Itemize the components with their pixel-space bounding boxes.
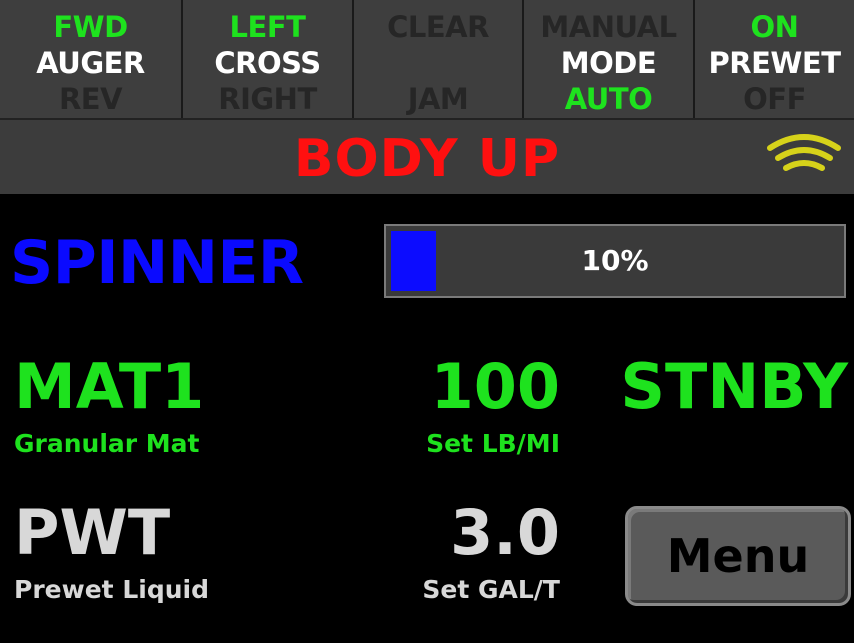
auger-label: AUGER <box>36 46 145 80</box>
mode-label: MODE <box>560 46 657 80</box>
prewet-rate-unit: Set GAL/T <box>422 575 560 604</box>
prewet-name: PWT <box>14 496 171 569</box>
prewet-button[interactable]: ON PREWET OFF <box>695 0 854 118</box>
cross-label: CROSS <box>214 46 321 80</box>
material-state: STNBY <box>620 350 848 423</box>
cross-direction-button[interactable]: LEFT CROSS RIGHT <box>183 0 354 118</box>
auger-fwd-option: FWD <box>53 10 128 44</box>
cross-left-option: LEFT <box>229 10 306 44</box>
prewet-rate: 3.0 <box>450 496 560 569</box>
prewet-description: Prewet Liquid <box>14 575 209 604</box>
menu-button[interactable]: Menu <box>625 506 851 606</box>
mode-button[interactable]: MANUAL MODE AUTO <box>524 0 695 118</box>
top-toggle-bar: FWD AUGER REV LEFT CROSS RIGHT CLEAR JAM… <box>0 0 854 118</box>
prewet-label: PREWET <box>708 46 841 80</box>
prewet-off-option: OFF <box>743 82 806 116</box>
spinner-label: SPINNER <box>10 228 304 298</box>
mode-manual-option: MANUAL <box>540 10 677 44</box>
status-message: BODY UP <box>293 129 561 189</box>
auger-direction-button[interactable]: FWD AUGER REV <box>0 0 183 118</box>
material-rate-unit: Set LB/MI <box>426 429 560 458</box>
jam-label: JAM <box>407 82 469 116</box>
spinner-percent: 10% <box>581 244 649 277</box>
clear-jam-button[interactable]: CLEAR JAM <box>354 0 524 118</box>
clear-label: CLEAR <box>387 10 489 44</box>
prewet-on-option: ON <box>750 10 799 44</box>
cross-right-option: RIGHT <box>218 82 317 116</box>
material-description: Granular Mat <box>14 429 200 458</box>
material-rate: 100 <box>430 350 560 423</box>
spinner-progress-bar[interactable]: 10% <box>384 224 846 298</box>
auger-rev-option: REV <box>58 82 123 116</box>
mode-auto-option: AUTO <box>564 82 653 116</box>
material-name: MAT1 <box>14 350 205 423</box>
status-bar: BODY UP <box>0 118 854 194</box>
wifi-signal-icon <box>767 134 841 171</box>
